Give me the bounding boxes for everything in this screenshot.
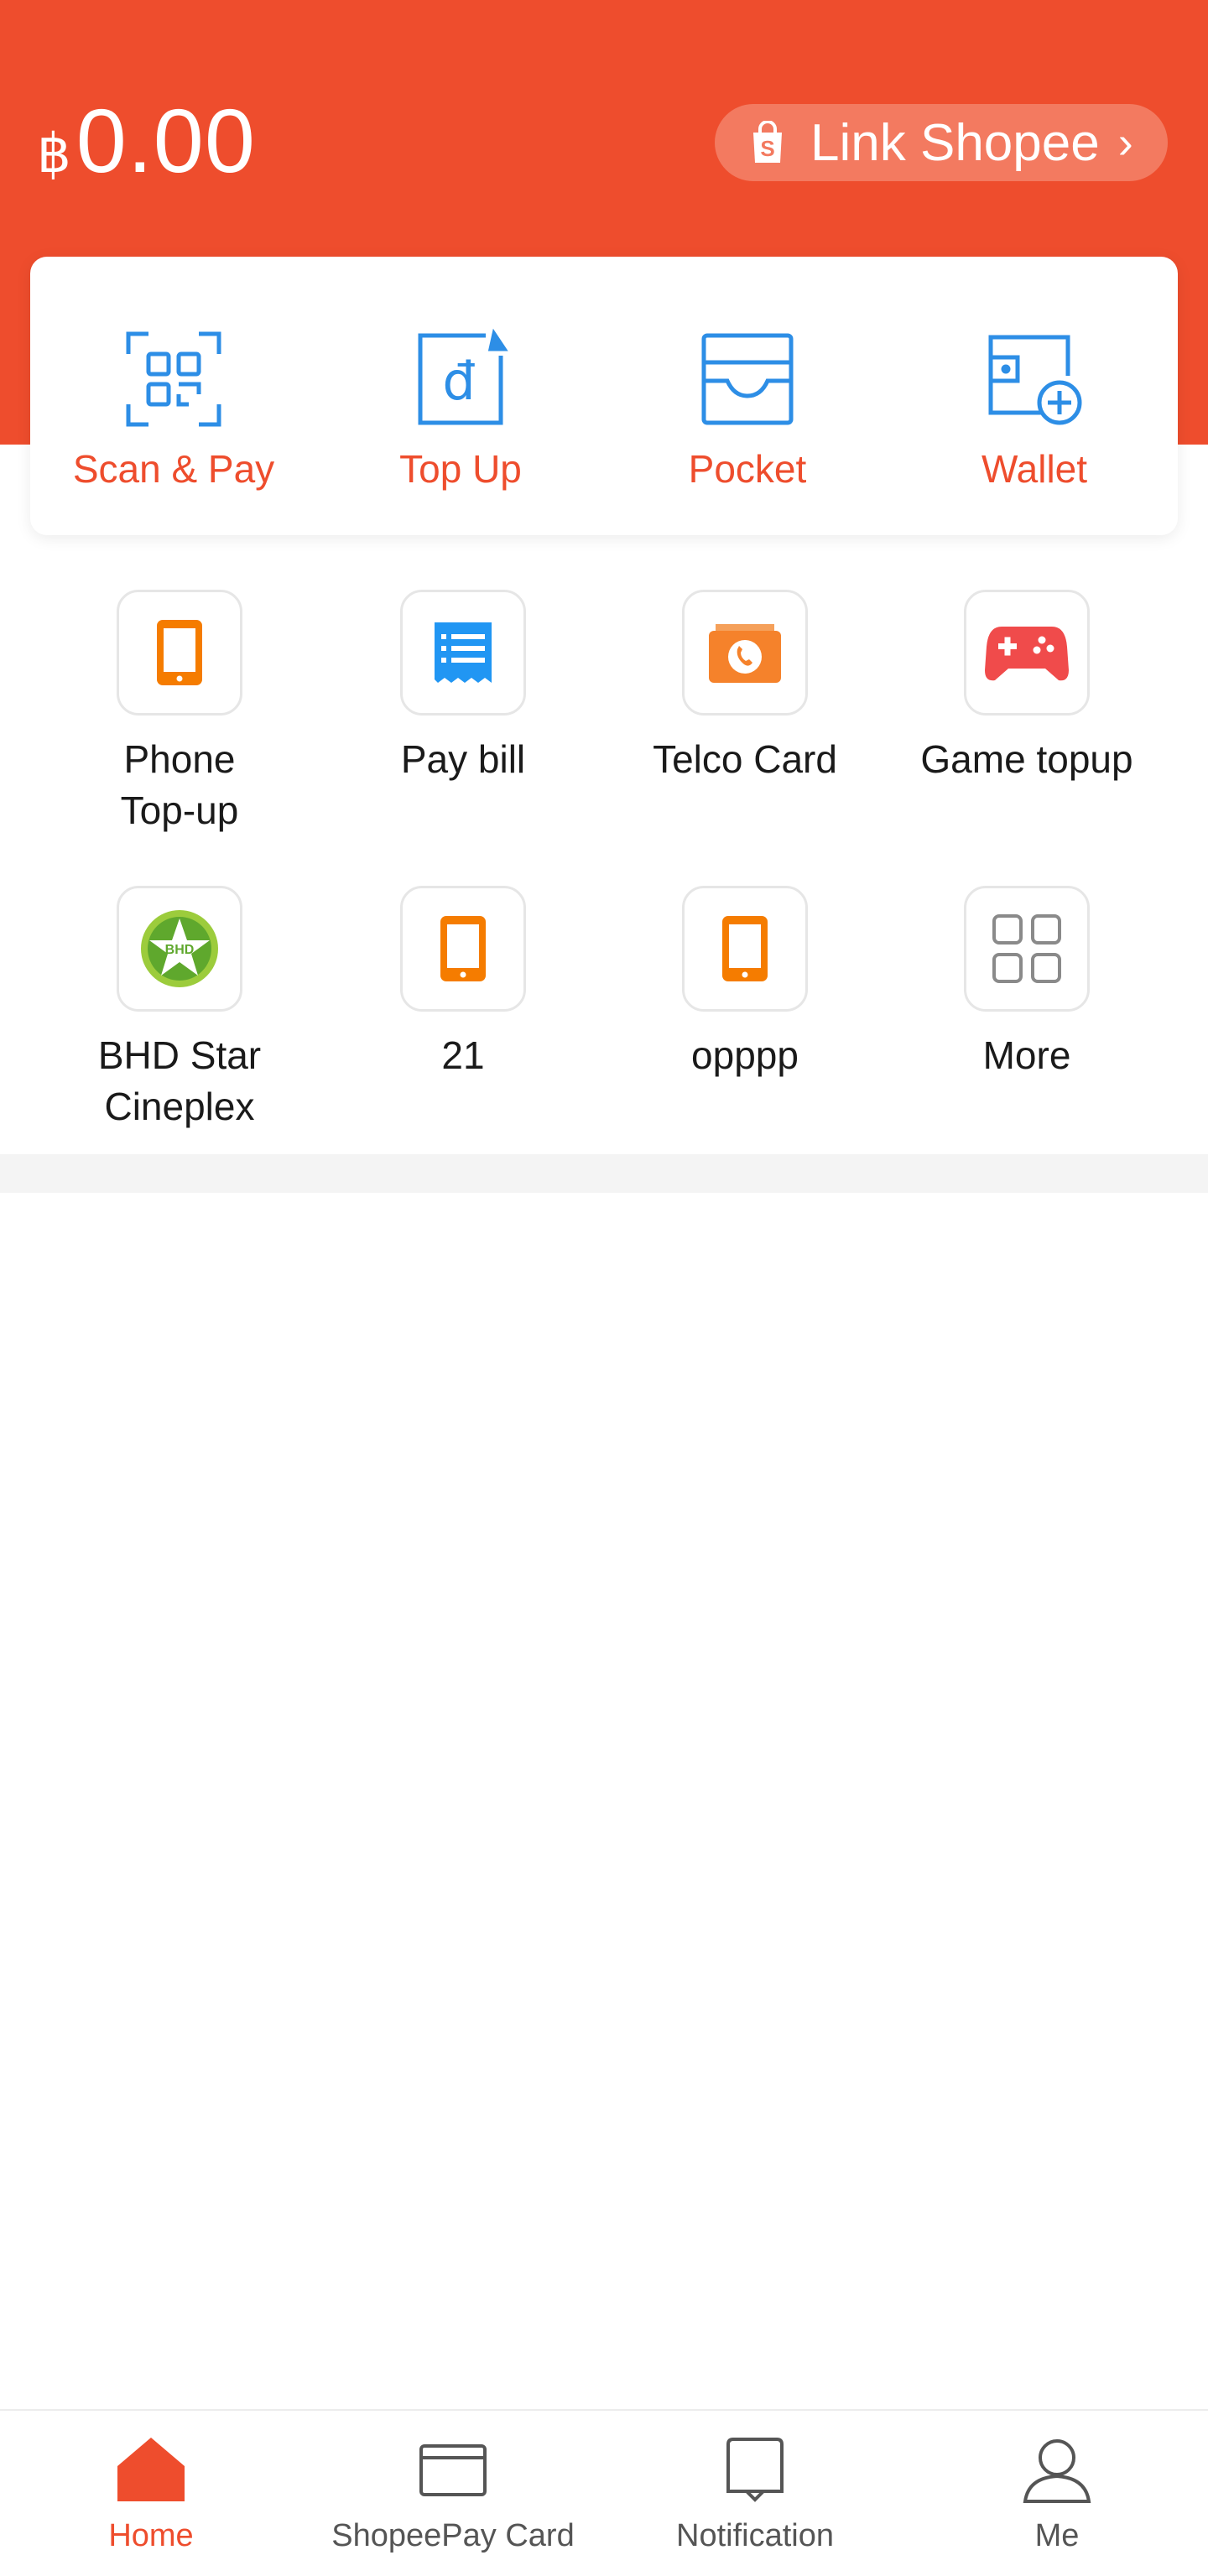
bell-icon xyxy=(726,2438,784,2502)
wallet-add-icon xyxy=(988,335,1082,425)
service-phone-topup[interactable]: Phone Top-up xyxy=(37,590,322,836)
service-bhd-star[interactable]: BHD BHD Star Cineplex xyxy=(37,886,322,1132)
service-icon-box: BHD xyxy=(117,886,242,1012)
phone-icon xyxy=(440,916,486,981)
scan-pay-label: Scan & Pay xyxy=(72,447,275,491)
pocket-label: Pocket xyxy=(688,447,807,491)
wallet-button[interactable]: Wallet xyxy=(891,257,1178,535)
service-icon-box xyxy=(682,590,808,716)
currency-symbol: ฿ xyxy=(37,123,71,184)
phone-icon xyxy=(157,620,202,685)
service-label: More xyxy=(982,1033,1071,1077)
service-icon-box xyxy=(117,590,242,716)
pocket-button[interactable]: Pocket xyxy=(604,257,891,535)
service-opppp[interactable]: opppp xyxy=(602,886,888,1081)
service-label: Pay bill xyxy=(400,737,526,781)
svg-text:đ: đ xyxy=(442,351,475,412)
nav-me[interactable]: Me xyxy=(906,2411,1208,2576)
nav-notification[interactable]: Notification xyxy=(604,2411,906,2576)
person-icon xyxy=(1023,2439,1091,2503)
service-label: Game topup xyxy=(920,737,1133,781)
svg-text:S: S xyxy=(760,136,774,161)
nav-me-label: Me xyxy=(1034,2518,1080,2553)
qr-scan-icon xyxy=(126,331,221,427)
bhd-star-logo-icon: BHD xyxy=(141,910,218,987)
top-up-label: Top Up xyxy=(399,447,522,491)
service-icon-box xyxy=(682,886,808,1012)
nav-home-label: Home xyxy=(108,2518,194,2553)
service-label: Phone Top-up xyxy=(120,737,239,832)
nav-notification-label: Notification xyxy=(676,2518,834,2553)
card-icon xyxy=(419,2444,487,2496)
link-shopee-button[interactable]: S Link Shopee › xyxy=(715,104,1168,181)
bhd-logo-text: BHD xyxy=(165,943,195,957)
service-icon-box xyxy=(400,590,526,716)
bottom-navigation: Home ShopeePay Card Notification Me xyxy=(0,2409,1208,2576)
pocket-icon xyxy=(701,333,794,425)
service-icon-box xyxy=(400,886,526,1012)
service-telco-card[interactable]: Telco Card xyxy=(602,590,888,785)
grid-more-icon xyxy=(992,914,1061,983)
scan-pay-button[interactable]: Scan & Pay xyxy=(30,257,317,535)
service-21[interactable]: 21 xyxy=(320,886,606,1081)
service-more[interactable]: More xyxy=(884,886,1169,1081)
link-shopee-label: Link Shopee xyxy=(810,113,1100,172)
phone-icon xyxy=(722,916,768,981)
service-label: Telco Card xyxy=(653,737,837,781)
top-up-button[interactable]: đ Top Up xyxy=(317,257,604,535)
balance-display[interactable]: ฿ 0.00 xyxy=(37,88,256,193)
nav-shopeepay-card[interactable]: ShopeePay Card xyxy=(302,2411,604,2576)
service-game-topup[interactable]: Game topup xyxy=(884,590,1169,785)
wallet-label: Wallet xyxy=(981,447,1088,491)
service-icon-box xyxy=(964,590,1090,716)
nav-card-label: ShopeePay Card xyxy=(331,2518,575,2553)
chevron-right-icon: › xyxy=(1117,117,1133,168)
quick-actions-card: Scan & Pay đ Top Up Pocket Wallet xyxy=(30,257,1178,535)
home-icon xyxy=(117,2438,185,2501)
nav-home[interactable]: Home xyxy=(0,2411,302,2576)
telco-card-icon xyxy=(709,624,781,683)
service-pay-bill[interactable]: Pay bill xyxy=(320,590,606,785)
service-label: BHD Star Cineplex xyxy=(97,1033,262,1128)
service-icon-box xyxy=(964,886,1090,1012)
service-label: 21 xyxy=(441,1033,485,1077)
top-up-dong-icon: đ xyxy=(418,329,508,425)
service-label: opppp xyxy=(691,1033,799,1077)
section-divider xyxy=(0,1154,1208,1193)
bill-icon xyxy=(435,622,492,683)
gamepad-icon xyxy=(985,627,1069,681)
balance-amount: 0.00 xyxy=(76,90,256,191)
shopee-bag-icon: S xyxy=(753,121,782,163)
